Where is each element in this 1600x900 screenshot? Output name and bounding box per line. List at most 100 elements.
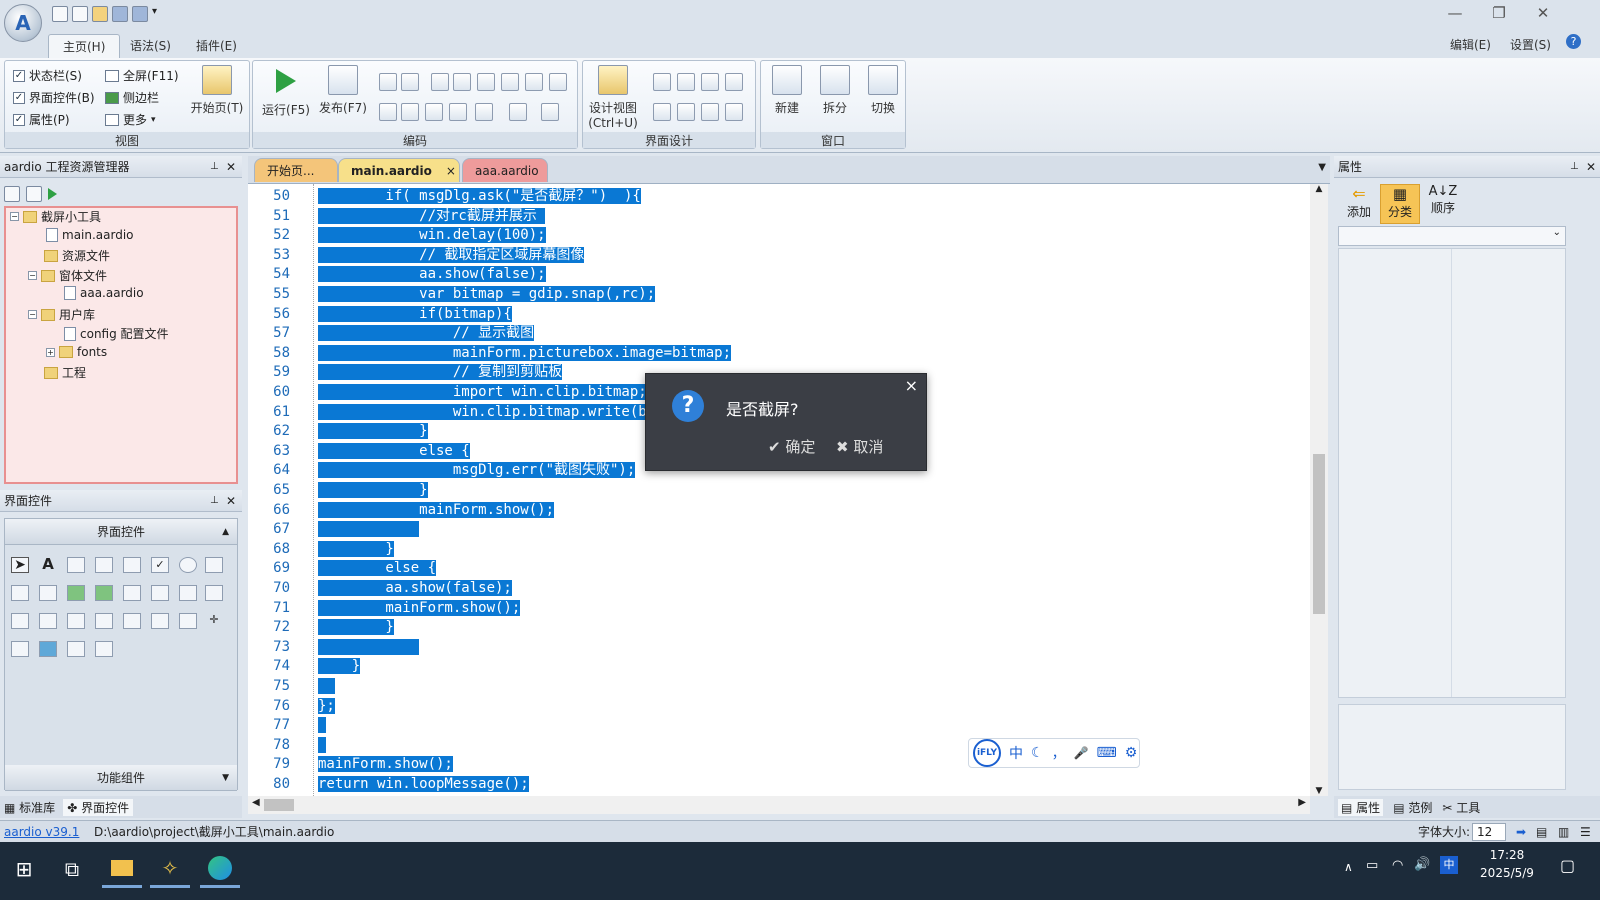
start-page-button[interactable]: 开始页(T) — [187, 65, 247, 116]
tab-aaa-aardio[interactable]: aaa.aardio — [462, 158, 548, 182]
tab-list-dropdown-icon[interactable]: ▼ — [1318, 162, 1326, 173]
clock-date[interactable]: 2025/5/9 — [1474, 866, 1540, 880]
same-size-icon[interactable] — [701, 73, 719, 91]
task-view-icon[interactable]: ⧉ — [52, 850, 92, 888]
radio-tool-icon[interactable] — [179, 557, 197, 573]
checkbox-tool-icon[interactable]: ✓ — [151, 557, 169, 573]
image-tool-icon[interactable] — [95, 585, 113, 601]
undo-icon[interactable] — [475, 103, 493, 121]
tab-plugins[interactable]: 插件(E) — [182, 34, 251, 58]
uncomment-icon[interactable] — [549, 73, 567, 91]
bubble-icon[interactable] — [425, 103, 443, 121]
pointer-tool-icon[interactable]: ➤ — [11, 557, 29, 573]
pin-icon[interactable]: ⊥ — [1570, 156, 1579, 178]
tree-item-resources[interactable]: 资源文件 — [44, 247, 110, 264]
frame-icon[interactable] — [653, 103, 671, 121]
new-window-button[interactable]: 新建 — [765, 65, 809, 116]
tray-chevron-icon[interactable]: ∧ — [1344, 860, 1353, 874]
design-view-button[interactable]: 设计视图 (Ctrl+U) — [585, 65, 641, 130]
ime-chinese-icon[interactable]: 中 — [1009, 743, 1023, 763]
scroll-up-icon[interactable]: ▲ — [1310, 184, 1328, 200]
tab-tool-icon[interactable] — [11, 613, 29, 629]
controls-toggle[interactable]: ✓ 界面控件(B) — [13, 89, 95, 106]
save-icon[interactable] — [112, 6, 128, 22]
ime-indicator[interactable]: 中 — [1440, 856, 1458, 874]
scroll-down-icon[interactable]: ▼ — [1310, 786, 1328, 796]
listbox-tool-icon[interactable] — [39, 585, 57, 601]
keyboard-icon[interactable]: ⌨ — [1097, 745, 1117, 761]
microphone-icon[interactable]: 🎤 — [1074, 746, 1089, 760]
help-icon[interactable]: ? — [1566, 34, 1581, 49]
edit-tool-icon[interactable] — [95, 557, 113, 573]
windows-start-icon[interactable]: ⊞ — [4, 850, 44, 888]
spin-tool-icon[interactable] — [95, 613, 113, 629]
battery-icon[interactable]: ▭ — [1366, 858, 1378, 873]
tree-item-main[interactable]: main.aardio — [46, 228, 134, 242]
run-project-icon[interactable] — [48, 188, 57, 200]
moon-icon[interactable]: ☾ — [1031, 745, 1044, 761]
trackbar-tool-icon[interactable] — [179, 613, 197, 629]
tab-start-page[interactable]: 开始页... — [254, 158, 338, 182]
scroll-left-icon[interactable]: ◀ — [252, 797, 260, 808]
tab-main-aardio[interactable]: main.aardio × — [338, 158, 460, 182]
notification-icon[interactable]: ▢ — [1560, 856, 1575, 875]
punctuation-icon[interactable]: ， — [1052, 743, 1066, 763]
anchor-icon[interactable] — [701, 103, 719, 121]
ifly-logo-icon[interactable]: iFLY — [973, 739, 1001, 767]
props-toggle[interactable]: ✓ 属性(P) — [13, 111, 70, 128]
vertical-scrollbar[interactable]: ▲ ▼ — [1310, 184, 1328, 796]
functional-section-header[interactable]: 功能组件 ▼ — [5, 765, 237, 791]
close-button[interactable]: ✕ — [1528, 4, 1558, 22]
groupbox-tool-icon[interactable] — [205, 557, 223, 573]
category-button[interactable]: ▦ 分类 — [1380, 184, 1420, 224]
paste-icon[interactable] — [431, 73, 449, 91]
edge-browser-icon[interactable] — [200, 850, 240, 888]
table-tool-icon[interactable] — [67, 613, 85, 629]
cut-icon[interactable] — [379, 73, 397, 91]
tree-item-project[interactable]: 工程 — [44, 364, 86, 381]
more-button[interactable]: 更多 ▾ — [105, 111, 156, 128]
controls-section-header[interactable]: 界面控件 ▲ — [5, 519, 237, 545]
align-right-icon[interactable] — [677, 73, 695, 91]
progress-tool-icon[interactable] — [123, 585, 141, 601]
book-icon[interactable]: ▥ — [1558, 821, 1569, 843]
plus-tool-icon[interactable] — [67, 641, 85, 657]
grid-tool-icon[interactable] — [179, 585, 197, 601]
pin-icon[interactable]: ⊥ — [210, 490, 219, 512]
close-tab-icon[interactable]: × — [446, 164, 456, 178]
close-icon[interactable]: ✕ — [1586, 156, 1596, 178]
menu-settings[interactable]: 设置(S) — [1510, 36, 1551, 53]
save-all-icon[interactable] — [132, 6, 148, 22]
props-object-select[interactable]: ⌄ — [1338, 226, 1566, 246]
open-folder-icon[interactable] — [92, 6, 108, 22]
pin-icon[interactable]: ⊥ — [210, 156, 219, 178]
window-icon[interactable] — [72, 6, 88, 22]
font-size-input[interactable]: 12 — [1472, 823, 1506, 841]
code-editor[interactable]: 50 51 52 53 54 55 56 57 58 59 60 61 62 63 64 65 66 67 68 69… — [248, 184, 1310, 796]
find-icon[interactable] — [541, 103, 559, 121]
layout-dropdown-icon[interactable] — [725, 73, 743, 91]
dialog-ok-button[interactable]: ✔ 确定 — [768, 436, 815, 457]
order-button[interactable]: A↓Z 顺序 — [1424, 184, 1462, 216]
tree-item-userlib[interactable]: − 用户库 — [28, 306, 95, 323]
tree-item-fonts[interactable]: + fonts — [46, 345, 107, 359]
label-tool-icon[interactable]: A — [39, 557, 57, 573]
outdent-icon[interactable] — [501, 73, 519, 91]
copy-icon[interactable] — [401, 73, 419, 91]
restore-button[interactable]: ❐ — [1484, 4, 1514, 22]
file-explorer-icon[interactable] — [102, 850, 142, 888]
indent-icon[interactable] — [477, 73, 495, 91]
tree-item-forms[interactable]: − 窗体文件 — [28, 267, 107, 284]
treeview-tool-icon[interactable] — [205, 585, 223, 601]
aardio-taskbar-icon[interactable]: ✧ — [150, 850, 190, 888]
sidebar-button[interactable]: 侧边栏 — [105, 89, 159, 106]
tab-tools[interactable]: ✂ 工具 — [1442, 799, 1480, 816]
qat-dropdown-icon[interactable]: ▾ — [152, 6, 162, 22]
tab-examples[interactable]: ▤ 范例 — [1393, 799, 1432, 816]
tree-item-root[interactable]: − 截屏小工具 — [10, 208, 101, 225]
hscroll-thumb[interactable] — [264, 799, 294, 811]
tab-stdlib[interactable]: ▦ 标准库 — [4, 799, 55, 816]
box-arrow-icon[interactable] — [401, 103, 419, 121]
picture-tool-icon[interactable] — [67, 585, 85, 601]
calendar-tool-icon[interactable] — [39, 613, 57, 629]
